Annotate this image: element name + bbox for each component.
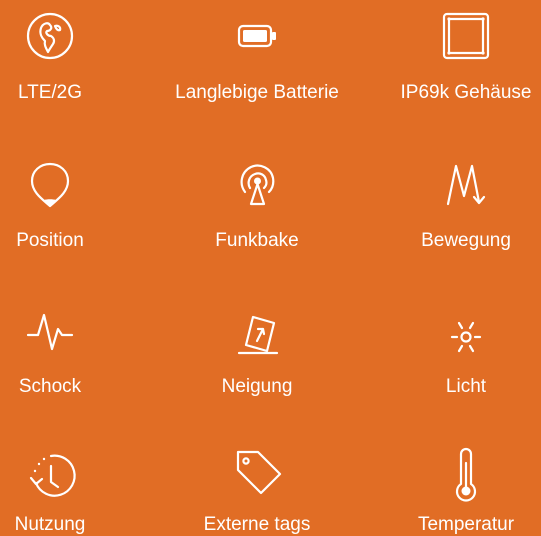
battery-icon [227, 6, 287, 66]
tilt-icon [227, 301, 287, 361]
feature-label: Externe tags [203, 514, 311, 535]
shock-pulse-icon [20, 301, 80, 361]
feature-label: Nutzung [14, 514, 86, 535]
enclosure-icon [436, 6, 496, 66]
usage-clock-icon [20, 444, 80, 504]
light-icon [436, 301, 496, 361]
feature-label: IP69k Gehäuse [400, 82, 532, 103]
feature-label: Temperatur [417, 514, 515, 535]
feature-label: Schock [18, 376, 82, 397]
feature-label: Funkbake [215, 230, 299, 251]
feature-label: LTE/2G [17, 82, 83, 103]
globe-icon [20, 6, 80, 66]
feature-label: Position [16, 230, 84, 251]
feature-label: Neigung [221, 376, 293, 397]
radio-beacon-icon [227, 154, 287, 214]
tag-icon [227, 442, 287, 502]
movement-icon [436, 154, 496, 214]
feature-label: Langlebige Batterie [175, 82, 339, 103]
thermometer-icon [436, 444, 496, 504]
location-pin-icon [20, 154, 80, 214]
feature-label: Licht [445, 376, 487, 397]
feature-label: Bewegung [421, 230, 511, 251]
feature-grid: LTE/2G Langlebige Batterie IP69k Gehäuse [0, 0, 541, 535]
